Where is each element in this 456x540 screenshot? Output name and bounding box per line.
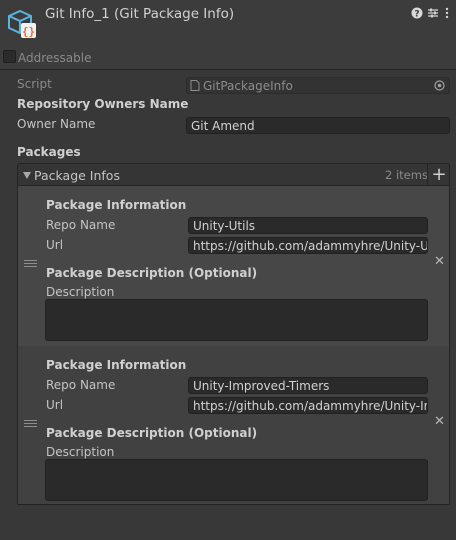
presets-icon[interactable] [427,7,439,19]
foldout-arrow-icon[interactable] [23,172,31,179]
script-label: Script [17,77,52,91]
addressable-checkbox[interactable] [3,50,16,63]
repo-name-label: Repo Name [46,378,116,392]
repo-name-label: Repo Name [46,218,116,232]
add-item-button[interactable]: + [427,164,450,186]
owner-name-field[interactable]: Git Amend [186,117,450,134]
object-picker-icon[interactable] [434,80,445,91]
repo-name-field[interactable]: Unity-Utils [188,217,428,234]
list-item: Package Information Repo Name Unity-Impr… [18,346,449,504]
remove-item-icon[interactable]: ✕ [434,414,445,429]
packages-heading: Packages [17,145,81,159]
svg-text:{}: {} [22,25,35,38]
package-description-heading: Package Description (Optional) [46,426,258,440]
script-value: GitPackageInfo [203,79,293,93]
description-label: Description [46,285,115,299]
inspector-title: Git Info_1 (Git Package Info) [45,6,235,22]
package-info-heading: Package Information [46,358,187,372]
package-description-heading: Package Description (Optional) [46,266,258,280]
description-label: Description [46,445,115,459]
help-icon[interactable]: ? [411,7,423,19]
addressable-label: Addressable [18,51,92,65]
scriptable-object-icon: {} [8,9,36,38]
cs-script-icon [190,80,200,91]
owner-name-label: Owner Name [17,117,96,131]
package-info-heading: Package Information [46,198,187,212]
url-field[interactable]: https://github.com/adammyhre/Unity-Impro… [188,397,428,414]
svg-text:?: ? [414,10,419,20]
package-infos-label: Package Infos [34,168,120,183]
script-field[interactable]: GitPackageInfo [186,77,450,94]
list-item: Package Information Repo Name Unity-Util… [18,186,449,346]
repo-name-field[interactable]: Unity-Improved-Timers [188,377,428,394]
url-field[interactable]: https://github.com/adammyhre/Unity-Utils [188,237,428,254]
package-infos-list: Package Information Repo Name Unity-Util… [17,186,450,505]
item-count: 2 items [385,168,428,182]
url-label: Url [46,398,64,412]
addressable-row: Addressable [0,46,456,70]
repo-owners-heading: Repository Owners Name [17,97,189,111]
package-infos-header[interactable]: Package Infos 2 items + [17,163,450,186]
description-textarea[interactable] [45,299,428,341]
drag-handle-icon[interactable] [24,260,37,269]
drag-handle-icon[interactable] [24,420,37,429]
description-textarea[interactable] [45,459,428,501]
remove-item-icon[interactable]: ✕ [434,254,445,269]
kebab-menu-icon[interactable] [441,7,453,19]
url-label: Url [46,238,64,252]
inspector-header: {} Git Info_1 (Git Package Info) ? [0,0,456,46]
